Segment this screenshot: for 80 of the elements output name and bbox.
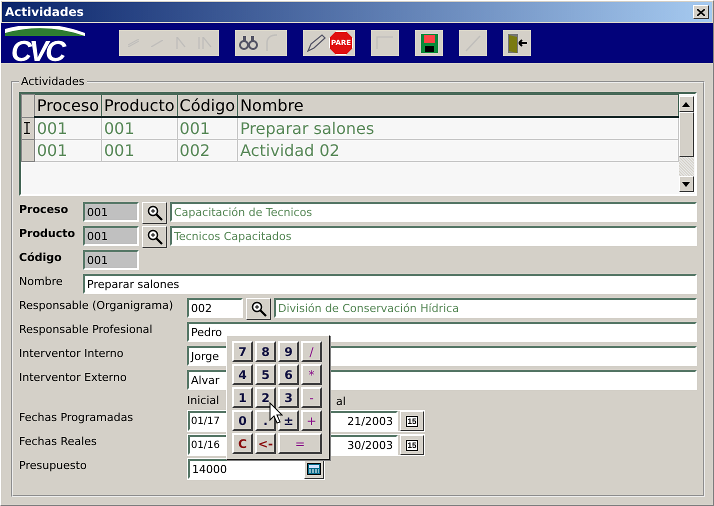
scrollbar[interactable] — [678, 96, 694, 192]
scroll-down-button[interactable] — [678, 176, 694, 192]
row-selector[interactable] — [22, 117, 34, 140]
table-cell: Preparar salones — [238, 117, 678, 140]
calculator-key[interactable]: / — [301, 341, 322, 362]
table-cell: 002 — [177, 140, 238, 162]
table-cell: Actividad 02 — [238, 140, 678, 162]
input-field[interactable]: 001 — [83, 202, 139, 222]
logo-swoosh-icon — [5, 26, 85, 36]
calculator-key[interactable]: <- — [255, 433, 276, 454]
table-cell: 001 — [177, 117, 238, 140]
lookup-button[interactable] — [142, 226, 167, 248]
column-header[interactable]: Nombre — [238, 94, 678, 117]
logo-text: CVC — [11, 36, 64, 60]
table-cell: 001 — [102, 117, 178, 140]
calculator-key[interactable]: 7 — [232, 341, 253, 362]
calculator-key[interactable]: 1 — [232, 387, 253, 408]
magnifier-icon — [146, 205, 162, 221]
field-label: Proceso — [19, 202, 70, 216]
date-column-label: Inicial — [187, 393, 220, 407]
column-header[interactable]: Proceso — [34, 94, 102, 117]
text-cursor-icon — [24, 122, 30, 134]
input-field[interactable]: 002 — [187, 298, 243, 318]
scroll-thumb[interactable] — [678, 112, 694, 157]
calculator-key[interactable]: 9 — [278, 341, 299, 362]
row-header — [22, 94, 34, 117]
calendar-text: 15 — [406, 416, 418, 426]
calculator-key[interactable]: - — [301, 387, 322, 408]
field-label: Fechas Programadas — [19, 410, 134, 424]
date-column-label: al — [336, 394, 346, 408]
calculator-button[interactable] — [304, 459, 324, 479]
input-field[interactable]: Capacitación de Tecnicos — [170, 202, 697, 222]
input-field[interactable]: 14000 — [188, 459, 304, 479]
window-title: Actividades — [5, 5, 84, 19]
calculator-key[interactable]: C — [232, 433, 253, 454]
field-label: Fechas Reales — [19, 434, 98, 448]
lookup-button[interactable] — [246, 298, 271, 320]
field-label: Responsable (Organigrama) — [19, 298, 174, 312]
calculator-key[interactable]: 6 — [278, 364, 299, 385]
field-label: Interventor Interno — [19, 346, 124, 360]
field-label: Nombre — [19, 274, 64, 288]
calculator-key[interactable]: * — [301, 364, 322, 385]
scroll-up-button[interactable] — [678, 96, 694, 112]
field-label: Código — [19, 250, 63, 264]
field-label: Presupuesto — [19, 458, 88, 472]
calculator-key[interactable]: + — [301, 410, 322, 431]
up-arrow-icon — [682, 102, 690, 106]
calculator-key[interactable]: 8 — [255, 341, 276, 362]
field-label: Interventor Externo — [19, 370, 128, 384]
field-label: Producto — [19, 226, 76, 240]
calculator-key[interactable]: = — [278, 433, 322, 454]
table-cell: 001 — [102, 140, 178, 162]
group-title: Actividades — [20, 75, 86, 88]
calculator-key[interactable]: 5 — [255, 364, 276, 385]
input-field[interactable]: 001 — [83, 250, 139, 270]
lookup-button[interactable] — [142, 202, 167, 224]
input-field[interactable]: Preparar salones — [83, 274, 697, 294]
input-field[interactable]: Pedro — [187, 322, 697, 342]
magnifier-icon — [250, 301, 266, 317]
column-header[interactable]: Código — [177, 94, 238, 117]
calculator-key[interactable]: 0 — [232, 410, 253, 431]
field-label: Responsable Profesional — [19, 322, 154, 336]
mouse-pointer-icon — [269, 402, 283, 424]
input-field[interactable]: División de Conservación Hídrica — [274, 298, 697, 318]
calculator-icon — [307, 463, 321, 475]
calculator-key[interactable]: 4 — [232, 364, 253, 385]
table-cell: 001 — [34, 117, 102, 140]
input-field[interactable]: Tecnicos Capacitados — [170, 226, 697, 246]
calculator-key[interactable]: 2 — [255, 387, 276, 408]
magnifier-icon — [146, 229, 162, 245]
close-icon — [697, 8, 705, 16]
calendar-button[interactable]: 15 — [400, 411, 424, 431]
calendar-text: 15 — [406, 440, 418, 450]
table-cell: 001 — [34, 140, 102, 162]
input-field[interactable]: 001 — [83, 226, 139, 246]
down-arrow-icon — [682, 182, 690, 186]
calendar-button[interactable]: 15 — [400, 435, 424, 455]
calculator-key[interactable]: 3 — [278, 387, 299, 408]
column-header[interactable]: Producto — [102, 94, 178, 117]
close-button[interactable] — [693, 5, 709, 19]
